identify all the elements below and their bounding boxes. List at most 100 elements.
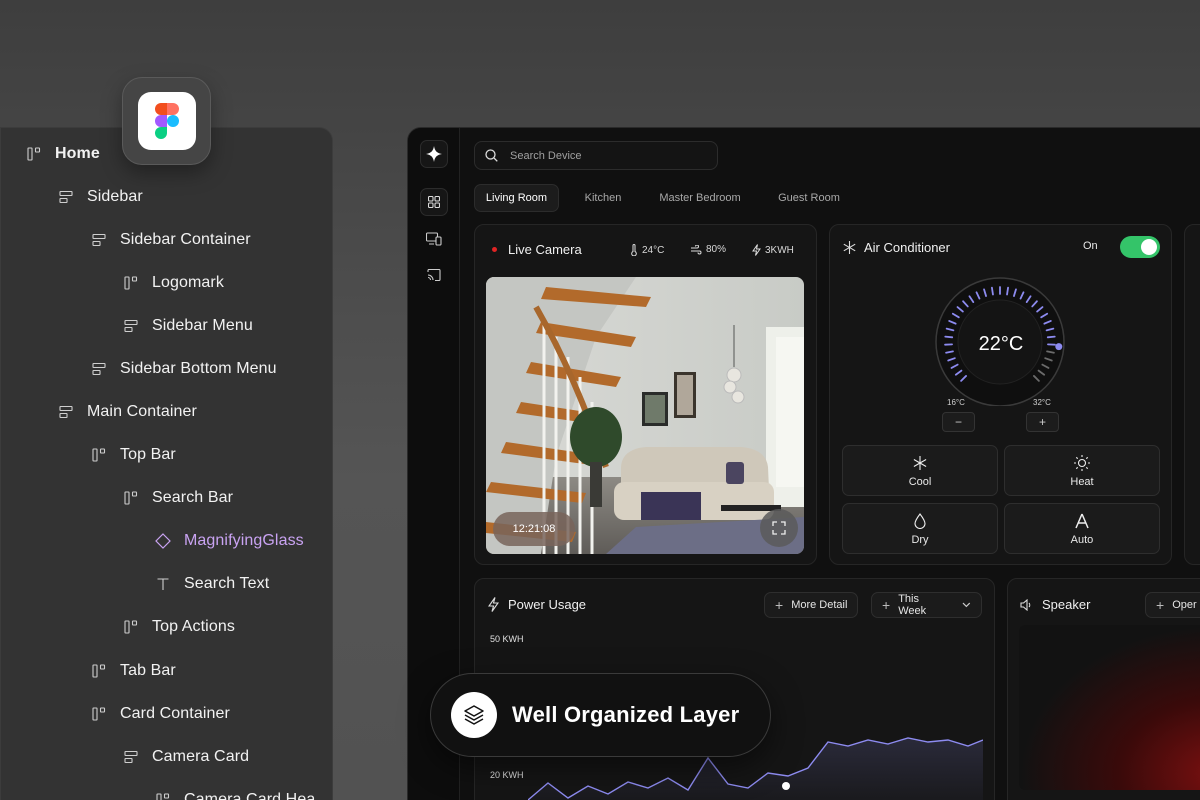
- layer-row[interactable]: Logomark: [123, 271, 224, 295]
- y-axis-low-label: 20 KWH: [490, 770, 524, 780]
- camera-card-header: Live Camera: [492, 242, 582, 257]
- layer-row[interactable]: MagnifyingGlass: [155, 529, 304, 553]
- power-point-marker: [782, 782, 790, 790]
- cast-icon: [427, 269, 441, 281]
- dial-tick: [1006, 286, 1009, 296]
- layer-label: Sidebar Container: [120, 231, 251, 248]
- sidebar-item-devices[interactable]: [420, 225, 448, 253]
- camera-humidity-value: 80%: [706, 244, 727, 255]
- logomark-button[interactable]: [420, 140, 448, 168]
- more-detail-button[interactable]: + More Detail: [764, 592, 859, 618]
- lightning-icon: [752, 244, 761, 256]
- well-organized-badge: Well Organized Layer: [430, 673, 771, 757]
- mode-cool-button[interactable]: Cool: [842, 445, 998, 496]
- auto-layout-icon: [123, 318, 139, 334]
- layer-row[interactable]: Sidebar Bottom Menu: [91, 357, 277, 381]
- mode-dry-label: Dry: [911, 534, 929, 546]
- grid-icon: [428, 196, 440, 208]
- camera-temperature: 24°C: [630, 244, 664, 256]
- camera-title: Live Camera: [508, 242, 582, 257]
- layer-label: Camera Card Hea: [184, 791, 316, 800]
- auto-layout-icon: [58, 404, 74, 420]
- expand-icon: [772, 521, 786, 535]
- sun-icon: [1074, 455, 1090, 471]
- layer-row[interactable]: Top Bar: [91, 443, 176, 467]
- snowflake-icon: [913, 456, 927, 470]
- layer-row[interactable]: Sidebar Container: [91, 228, 251, 252]
- figma-icon: [154, 103, 179, 139]
- speaker-card-header: Speaker: [1020, 597, 1090, 612]
- layer-row[interactable]: Top Actions: [123, 615, 235, 639]
- layer-label: Sidebar Bottom Menu: [120, 360, 277, 377]
- chevron-down-icon: [962, 602, 971, 608]
- layer-row[interactable]: Sidebar: [58, 185, 143, 209]
- snowflake-icon: [843, 241, 856, 254]
- mode-dry-button[interactable]: Dry: [842, 503, 998, 554]
- speaker-open-button[interactable]: + Oper: [1145, 592, 1200, 618]
- tab-kitchen[interactable]: Kitchen: [570, 184, 636, 212]
- fullscreen-button[interactable]: [760, 509, 798, 547]
- camera-temperature-value: 24°C: [642, 244, 665, 256]
- ac-power-toggle[interactable]: [1120, 236, 1160, 258]
- ac-min-label: 16°C: [947, 398, 965, 407]
- tab-guest-room[interactable]: Guest Room: [768, 184, 850, 212]
- layer-label: Search Text: [184, 575, 270, 592]
- y-axis-top-label: 50 KWH: [490, 634, 524, 644]
- frame-icon: [91, 447, 107, 463]
- wind-icon: [691, 244, 702, 254]
- more-detail-label: More Detail: [791, 599, 848, 611]
- figma-logo-badge: [122, 77, 211, 165]
- third-card: [1184, 224, 1200, 565]
- layer-label: Top Bar: [120, 446, 176, 463]
- camera-timestamp: 12:21:08: [493, 512, 575, 546]
- tab-master-bedroom[interactable]: Master Bedroom: [648, 184, 752, 212]
- layers-icon-circle: [451, 692, 497, 738]
- frame-icon: [91, 706, 107, 722]
- auto-letter-icon: [1075, 513, 1089, 529]
- sidebar-item-dashboard[interactable]: [420, 188, 448, 216]
- mode-heat-button[interactable]: Heat: [1004, 445, 1160, 496]
- layer-label: Card Container: [120, 705, 230, 722]
- frame-icon: [123, 275, 139, 291]
- devices-icon: [426, 232, 442, 246]
- plus-icon: +: [1156, 597, 1165, 613]
- layer-row[interactable]: Home: [26, 142, 100, 166]
- plus-icon: +: [882, 597, 891, 613]
- ac-card-header: Air Conditioner: [843, 240, 950, 255]
- lightning-icon: [488, 597, 499, 612]
- layer-label: MagnifyingGlass: [184, 532, 304, 549]
- power-card-header: Power Usage: [488, 597, 586, 612]
- text-icon: [155, 576, 171, 592]
- tab-living-room[interactable]: Living Room: [474, 184, 559, 212]
- frame-icon: [123, 619, 139, 635]
- sidebar-item-cast[interactable]: [420, 261, 448, 289]
- layer-row[interactable]: Camera Card Hea: [155, 788, 315, 800]
- speaker-icon: [1020, 598, 1031, 611]
- layer-row[interactable]: Search Bar: [123, 486, 233, 510]
- period-select[interactable]: + This Week: [871, 592, 982, 618]
- auto-layout-icon: [58, 189, 74, 205]
- layer-row[interactable]: Card Container: [91, 702, 230, 726]
- mode-auto-button[interactable]: Auto: [1004, 503, 1160, 554]
- layer-row[interactable]: Camera Card: [123, 745, 249, 769]
- layer-label: Home: [55, 145, 100, 162]
- layer-label: Logomark: [152, 274, 224, 291]
- mode-heat-label: Heat: [1070, 476, 1094, 488]
- layer-row[interactable]: Main Container: [58, 400, 197, 424]
- layer-row[interactable]: Search Text: [155, 572, 269, 596]
- ac-increase-button[interactable]: +: [1026, 412, 1059, 432]
- frame-icon: [26, 146, 42, 162]
- layer-row[interactable]: Tab Bar: [91, 659, 176, 683]
- camera-humidity: 80%: [691, 244, 726, 255]
- component-icon: [155, 533, 171, 549]
- layer-row[interactable]: Sidebar Menu: [123, 314, 253, 338]
- sparkle-icon: [426, 146, 442, 162]
- ac-temperature-value: 22°C: [978, 333, 1024, 355]
- layer-label: Search Bar: [152, 489, 234, 506]
- layer-label: Top Actions: [152, 618, 235, 635]
- speaker-open-label: Oper: [1172, 599, 1197, 611]
- ac-decrease-button[interactable]: −: [942, 412, 975, 432]
- search-bar[interactable]: Search Device: [474, 141, 718, 170]
- speaker-artwork: [1019, 625, 1200, 790]
- auto-layout-icon: [123, 749, 139, 765]
